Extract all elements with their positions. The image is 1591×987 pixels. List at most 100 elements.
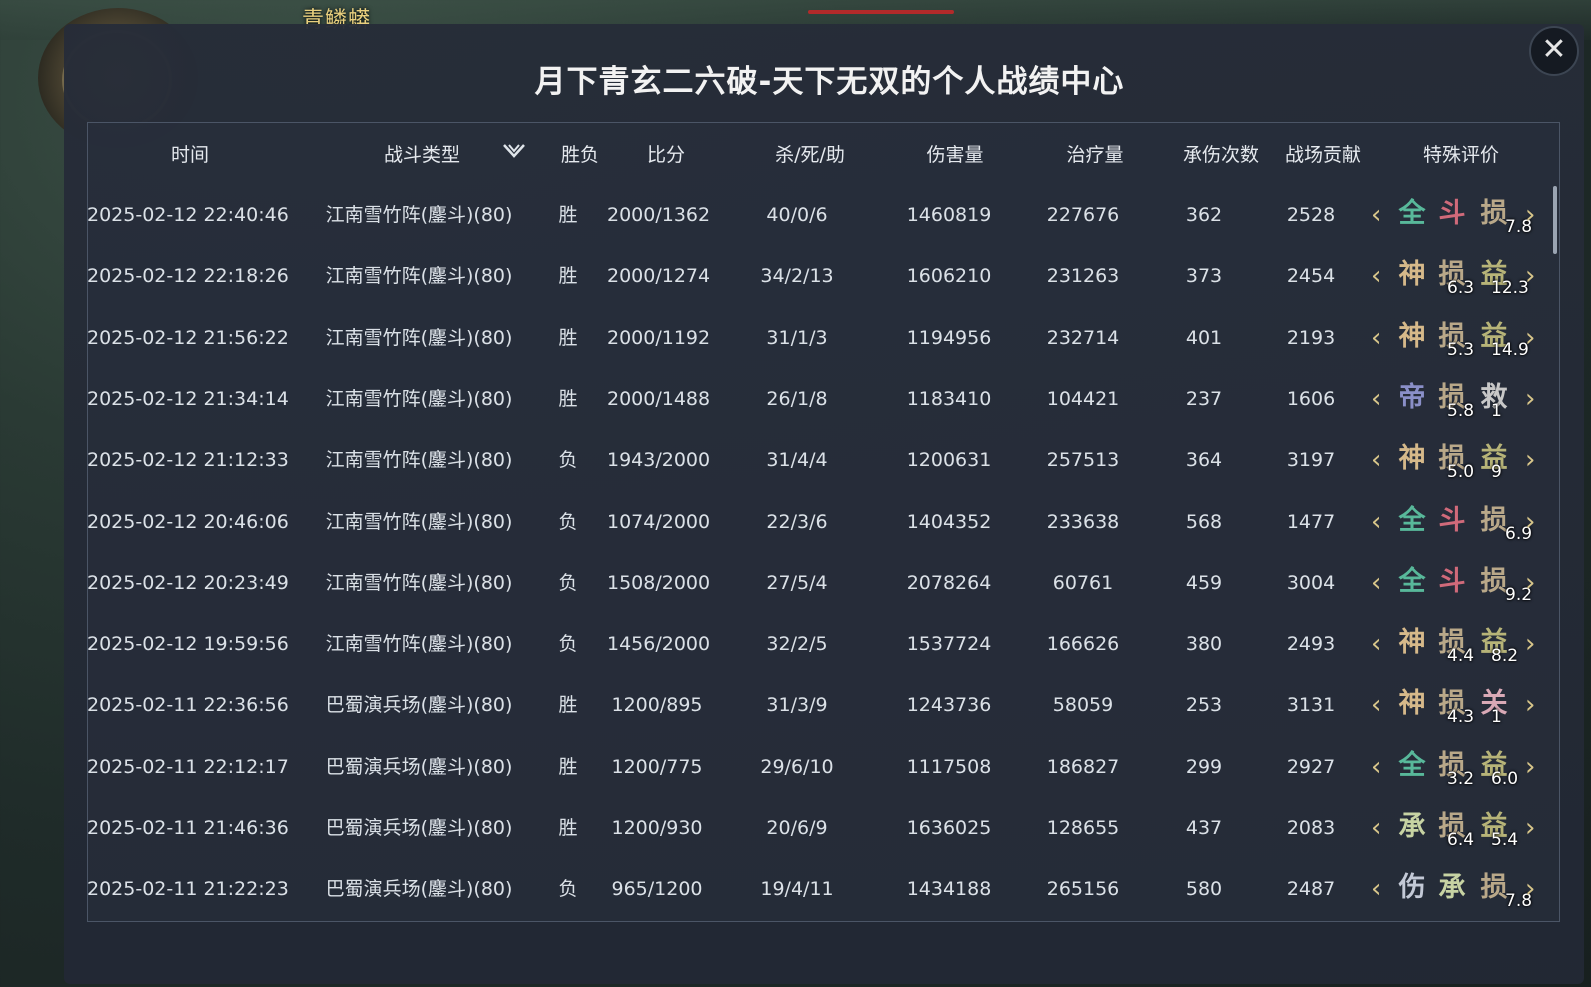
- table-row[interactable]: 2025-02-12 20:46:06 江南雪竹阵(鏖斗)(80) 负 1074/20…: [87, 492, 1547, 552]
- cell-battle-type: 江南雪竹阵(鏖斗)(80): [325, 449, 513, 472]
- rating-badge-icon[interactable]: 承: [1433, 869, 1471, 907]
- table-row[interactable]: 2025-02-12 21:12:33 江南雪竹阵(鏖斗)(80) 负 1943/20…: [87, 430, 1547, 490]
- table-row[interactable]: 2025-02-12 21:56:22 江南雪竹阵(鏖斗)(80) 胜 2000/11…: [87, 308, 1547, 368]
- rating-badge-icon[interactable]: 承: [1393, 808, 1431, 846]
- rating-prev-arrow-icon[interactable]: ‹: [1371, 687, 1381, 723]
- table-scrollbar[interactable]: [1553, 186, 1557, 254]
- cell-hits-taken: 401: [1185, 326, 1223, 349]
- cell-contribution: 2487: [1286, 878, 1336, 901]
- rating-next-arrow-icon[interactable]: ›: [1525, 626, 1535, 662]
- rating-badge-icon[interactable]: 神: [1393, 624, 1431, 662]
- rating-badge-icon[interactable]: 神: [1393, 256, 1431, 294]
- table-row[interactable]: 2025-02-12 22:40:46 江南雪竹阵(鏖斗)(80) 胜 2000/13…: [87, 185, 1547, 245]
- rating-badge-icon[interactable]: 斗: [1433, 502, 1471, 540]
- rating-prev-arrow-icon[interactable]: ‹: [1371, 258, 1381, 294]
- rating-prev-arrow-icon[interactable]: ‹: [1371, 381, 1381, 417]
- cell-contribution: 2193: [1286, 326, 1336, 349]
- cell-contribution: 3197: [1286, 449, 1336, 472]
- rating-badge-icon[interactable]: 斗: [1433, 195, 1471, 233]
- rating-score: 5.4: [1491, 830, 1519, 850]
- cell-heal: 257513: [1046, 449, 1120, 472]
- rating-score: 4.4: [1447, 646, 1475, 667]
- cell-score: 965/1200: [611, 878, 703, 901]
- cell-time: 2025-02-12 21:34:14: [87, 387, 289, 410]
- cell-contribution: 3004: [1286, 571, 1336, 594]
- rating-next-arrow-icon[interactable]: ›: [1525, 442, 1535, 478]
- special-rating-carousel: ‹ 神损关 4.3 1 ›: [1371, 683, 1549, 727]
- table-row[interactable]: 2025-02-11 21:22:23 巴蜀演兵场(鏖斗)(80) 负 965/120…: [87, 859, 1547, 919]
- rating-badge-icon[interactable]: 神: [1393, 440, 1431, 478]
- rating-prev-arrow-icon[interactable]: ‹: [1371, 320, 1381, 356]
- cell-battle-type: 巴蜀演兵场(鏖斗)(80): [325, 755, 513, 778]
- cell-hits-taken: 380: [1185, 633, 1223, 656]
- special-rating-carousel: ‹ 承损益 6.4 5.4 ›: [1371, 806, 1549, 850]
- table-row[interactable]: 2025-02-11 21:46:36 巴蜀演兵场(鏖斗)(80) 胜 1200/93…: [87, 798, 1547, 858]
- cell-score: 1074/2000: [607, 510, 711, 533]
- header-result: 胜负: [560, 144, 599, 166]
- rating-prev-arrow-icon[interactable]: ‹: [1371, 871, 1381, 907]
- rating-score: 6.4: [1447, 830, 1475, 850]
- rating-score: 12.3: [1491, 278, 1529, 299]
- cell-result: 胜: [558, 265, 578, 288]
- rating-prev-arrow-icon[interactable]: ‹: [1371, 626, 1381, 662]
- cell-battle-type: 巴蜀演兵场(鏖斗)(80): [325, 817, 513, 839]
- rating-prev-arrow-icon[interactable]: ‹: [1371, 565, 1381, 601]
- cell-score: 1200/930: [611, 817, 703, 839]
- rating-badge-icon[interactable]: 全: [1393, 563, 1431, 601]
- cell-result: 负: [558, 571, 578, 594]
- rating-prev-arrow-icon[interactable]: ‹: [1371, 810, 1381, 846]
- table-row[interactable]: 2025-02-11 22:12:17 巴蜀演兵场(鏖斗)(80) 胜 1200/77…: [87, 737, 1547, 797]
- cell-damage: 1537724: [906, 633, 992, 656]
- cell-damage: 1194956: [906, 326, 992, 349]
- rating-prev-arrow-icon[interactable]: ‹: [1371, 442, 1381, 478]
- rating-badge-icon[interactable]: 全: [1393, 502, 1431, 540]
- rating-next-arrow-icon[interactable]: ›: [1525, 258, 1535, 294]
- rating-prev-arrow-icon[interactable]: ‹: [1371, 504, 1381, 540]
- cell-hits-taken: 459: [1185, 571, 1223, 594]
- table-row[interactable]: 2025-02-12 19:59:56 江南雪竹阵(鏖斗)(80) 负 1456/20…: [87, 614, 1547, 674]
- special-rating-carousel: ‹ 伤承损 7.8 ›: [1371, 867, 1549, 911]
- rating-badge-icon[interactable]: 帝: [1393, 379, 1431, 417]
- rating-next-arrow-icon[interactable]: ›: [1525, 871, 1535, 907]
- rating-badge-icon[interactable]: 斗: [1433, 563, 1471, 601]
- cell-score: 1456/2000: [607, 633, 711, 656]
- table-row[interactable]: 2025-02-12 21:34:14 江南雪竹阵(鏖斗)(80) 胜 2000/14…: [87, 369, 1547, 429]
- cell-time: 2025-02-12 20:23:49: [87, 571, 289, 594]
- cell-battle-type: 江南雪竹阵(鏖斗)(80): [325, 510, 513, 533]
- rating-next-arrow-icon[interactable]: ›: [1525, 565, 1535, 601]
- rating-next-arrow-icon[interactable]: ›: [1525, 504, 1535, 540]
- rating-next-arrow-icon[interactable]: ›: [1525, 381, 1535, 417]
- header-damage: 伤害量: [926, 144, 984, 166]
- table-row[interactable]: 2025-02-12 20:23:49 江南雪竹阵(鏖斗)(80) 负 1508/20…: [87, 553, 1547, 613]
- special-rating-carousel: ‹ 全斗损 9.2 ›: [1371, 561, 1549, 605]
- close-button[interactable]: ✕: [1529, 26, 1579, 76]
- rating-badge-icon[interactable]: 伤: [1393, 869, 1431, 907]
- rating-next-arrow-icon[interactable]: ›: [1525, 197, 1535, 233]
- special-rating-carousel: ‹ 全斗损 7.8 ›: [1371, 193, 1549, 237]
- rating-badge-icon[interactable]: 全: [1393, 195, 1431, 233]
- rating-prev-arrow-icon[interactable]: ‹: [1371, 749, 1381, 785]
- rating-badge-icon[interactable]: 神: [1393, 318, 1431, 356]
- table-row[interactable]: 2025-02-12 22:18:26 江南雪竹阵(鏖斗)(80) 胜 2000/12…: [87, 246, 1547, 306]
- rating-prev-arrow-icon[interactable]: ‹: [1371, 197, 1381, 233]
- rating-badge-icon[interactable]: 全: [1393, 747, 1431, 785]
- cell-time: 2025-02-12 22:18:26: [87, 265, 289, 288]
- battle-type-filter-chevron-icon[interactable]: [501, 141, 527, 161]
- cell-heal: 233638: [1046, 510, 1120, 533]
- cell-time: 2025-02-11 22:12:17: [87, 755, 289, 778]
- cell-score: 1200/895: [611, 694, 703, 717]
- cell-hits-taken: 580: [1185, 878, 1223, 901]
- table-row[interactable]: 2025-02-11 22:36:56 巴蜀演兵场(鏖斗)(80) 胜 1200/89…: [87, 675, 1547, 735]
- special-rating-carousel: ‹ 神损益 4.4 8.2 ›: [1371, 622, 1549, 666]
- rating-next-arrow-icon[interactable]: ›: [1525, 810, 1535, 846]
- cell-contribution: 2083: [1286, 817, 1336, 839]
- cell-contribution: 3131: [1286, 694, 1336, 717]
- rating-next-arrow-icon[interactable]: ›: [1525, 687, 1535, 723]
- rating-score: 14.9: [1491, 339, 1529, 360]
- rating-next-arrow-icon[interactable]: ›: [1525, 749, 1535, 785]
- cell-contribution: 1606: [1286, 387, 1336, 410]
- cell-damage: 1243736: [906, 694, 992, 717]
- rating-next-arrow-icon[interactable]: ›: [1525, 320, 1535, 356]
- rating-badge-icon[interactable]: 神: [1393, 685, 1431, 723]
- header-kda: 杀/死/助: [775, 144, 845, 166]
